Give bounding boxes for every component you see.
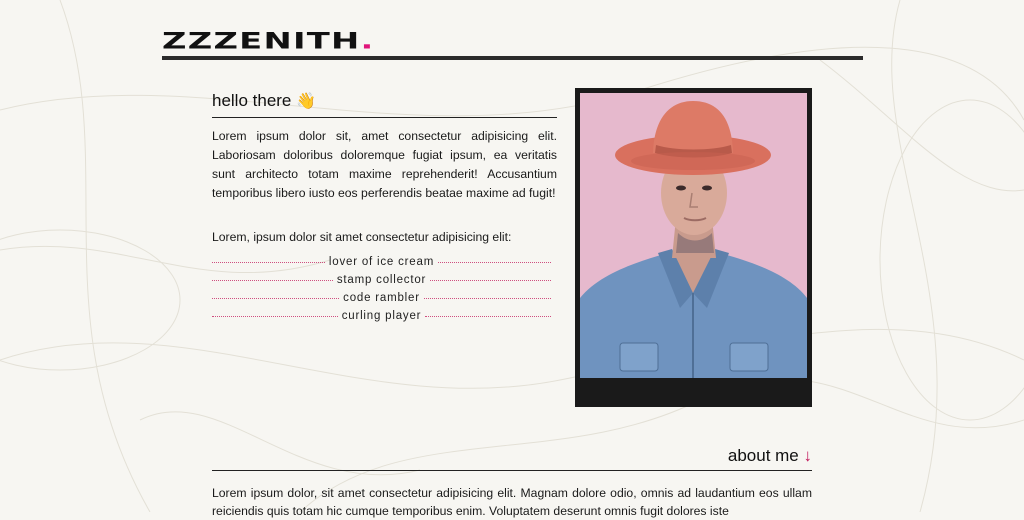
about-paragraph: Lorem ipsum dolor, sit amet consectetur … bbox=[212, 486, 812, 518]
list-item: code rambler bbox=[212, 289, 551, 307]
portrait-photo bbox=[580, 93, 807, 378]
hello-title: hello there bbox=[212, 91, 292, 110]
likes-list: lover of ice cream stamp collector code … bbox=[212, 253, 551, 325]
site-logo[interactable]: ZZZENITH. bbox=[162, 29, 375, 55]
about-heading: about me ↓ bbox=[212, 445, 812, 467]
about-title: about me bbox=[727, 446, 799, 465]
about-heading-block: about me ↓ bbox=[212, 445, 812, 471]
hello-paragraph: Lorem ipsum dolor sit, amet consectetur … bbox=[212, 129, 557, 200]
list-item: stamp collector bbox=[212, 271, 551, 289]
list-item: curling player bbox=[212, 307, 551, 325]
brand-dot: . bbox=[360, 28, 375, 55]
hello-heading: hello there 👋 bbox=[212, 90, 557, 113]
likes-intro: Lorem, ipsum dolor sit amet consectetur … bbox=[212, 230, 512, 244]
waving-hand-icon: 👋 bbox=[296, 93, 317, 110]
portrait-frame bbox=[575, 88, 812, 407]
like-label: lover of ice cream bbox=[328, 256, 435, 268]
portrait-illustration bbox=[580, 93, 807, 378]
header-rule bbox=[162, 56, 863, 60]
hello-heading-block: hello there 👋 bbox=[212, 90, 557, 118]
like-label: curling player bbox=[341, 310, 422, 322]
like-label: code rambler bbox=[343, 292, 420, 304]
arrow-down-icon[interactable]: ↓ bbox=[804, 446, 813, 465]
list-item: lover of ice cream bbox=[212, 253, 551, 271]
like-label: stamp collector bbox=[336, 274, 427, 286]
page: ZZZENITH. hello there 👋 Lorem ipsum dolo… bbox=[0, 0, 1024, 518]
brand-name: ZZZENITH bbox=[162, 28, 361, 55]
